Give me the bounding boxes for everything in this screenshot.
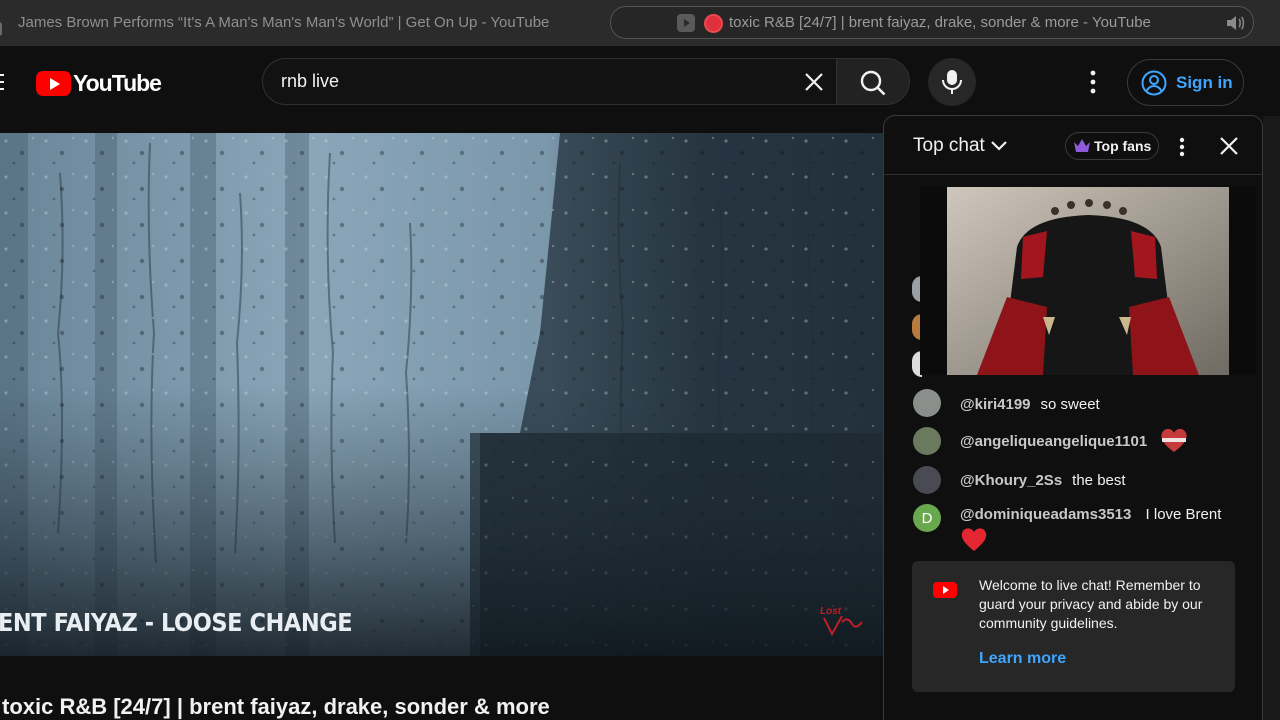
channel-watermark-logo: Lost (818, 604, 866, 641)
voice-search-button[interactable] (928, 58, 976, 106)
page-edge (1263, 116, 1280, 720)
chat-author[interactable]: @kiri4199 (960, 396, 1031, 413)
chat-mode-dropdown[interactable]: Top chat (913, 135, 1008, 157)
crown-icon (1074, 139, 1090, 152)
youtube-favicon-icon (677, 14, 695, 32)
menu-icon[interactable] (0, 74, 4, 90)
youtube-play-logo-icon (36, 71, 71, 96)
welcome-text: Welcome to live chat! Remember to guard … (979, 577, 1203, 631)
search-input[interactable] (281, 71, 781, 92)
chat-more-options-icon[interactable] (1173, 136, 1191, 158)
avatar[interactable]: D (913, 504, 941, 532)
live-chat-panel: Top chat Top fans @kiri4199 so sweet @an… (883, 115, 1263, 720)
video-caption-overlay: ENT FAIYAZ - LOOSE CHANGE (0, 608, 353, 637)
browser-tab-toxic-rnb[interactable]: toxic R&B [24/7] | brent faiyaz, drake, … (610, 6, 1254, 39)
avatar[interactable] (913, 466, 941, 494)
chat-author[interactable]: @dominiqueadams3513 (960, 506, 1131, 523)
tab-title: James Brown Performs “It's A Man's Man's… (18, 14, 550, 31)
more-options-icon[interactable] (1082, 68, 1104, 96)
svg-text:Lost: Lost (820, 606, 842, 617)
close-icon[interactable] (1220, 137, 1238, 155)
sign-in-button[interactable]: Sign in (1127, 59, 1244, 106)
tab-title: toxic R&B [24/7] | brent faiyaz, drake, … (729, 14, 1151, 31)
sign-in-label: Sign in (1176, 72, 1233, 92)
search-box (262, 58, 836, 105)
microphone-icon (942, 70, 962, 94)
chevron-down-icon (991, 141, 1007, 151)
chat-author[interactable]: @Khoury_2Ss (960, 472, 1062, 489)
avatar-letter: D (921, 509, 933, 527)
chat-text: I love Brent (1145, 506, 1222, 523)
youtube-logo[interactable]: YouTube (36, 70, 162, 97)
logo-text: YouTube (73, 70, 162, 96)
search-button[interactable] (836, 58, 910, 105)
top-fans-button[interactable]: Top fans (1065, 132, 1159, 160)
video-player[interactable] (0, 133, 883, 656)
rainy-window-video-frame (0, 133, 883, 656)
red-heart-emoji-icon (961, 528, 987, 551)
welcome-banner: Welcome to live chat! Remember to guard … (912, 561, 1235, 692)
chat-text: the best (1072, 472, 1126, 489)
browser-tab-james-brown[interactable]: James Brown Performs “It's A Man's Man's… (0, 6, 588, 39)
browser-tab-strip: James Brown Performs “It's A Man's Man's… (0, 0, 1280, 46)
learn-more-link[interactable]: Learn more (979, 650, 1066, 668)
youtube-favicon-icon (0, 22, 2, 36)
chat-message: @Khoury_2Ss the best (913, 466, 1126, 494)
chat-message: @angeliqueangelique1101 (913, 427, 1189, 455)
picture-in-picture-video[interactable] (920, 187, 1256, 375)
heart-ribbon-emoji-icon (1161, 428, 1187, 452)
avatar[interactable] (913, 389, 941, 417)
chat-mode-label: Top chat (913, 135, 985, 156)
chat-message: D @dominiqueadams3513 I love Brent (913, 504, 1243, 558)
account-circle-icon (1141, 70, 1167, 95)
search-icon (860, 70, 886, 96)
avatar[interactable] (913, 427, 941, 455)
chat-text: so sweet (1040, 396, 1100, 413)
youtube-logo-icon (933, 582, 957, 598)
gaming-chair-frame (947, 187, 1229, 375)
clear-search-icon[interactable] (803, 71, 825, 93)
recording-indicator-icon (704, 14, 723, 33)
speaker-icon[interactable] (1225, 15, 1245, 31)
chat-message: @kiri4199 so sweet (913, 389, 1100, 417)
top-fans-label: Top fans (1094, 138, 1152, 154)
chat-header: Top chat Top fans (884, 116, 1262, 175)
chat-author[interactable]: @angeliqueangelique1101 (960, 433, 1147, 450)
youtube-header: YouTube Sign in (0, 46, 1280, 116)
video-title: toxic R&B [24/7] | brent faiyaz, drake, … (2, 694, 550, 719)
